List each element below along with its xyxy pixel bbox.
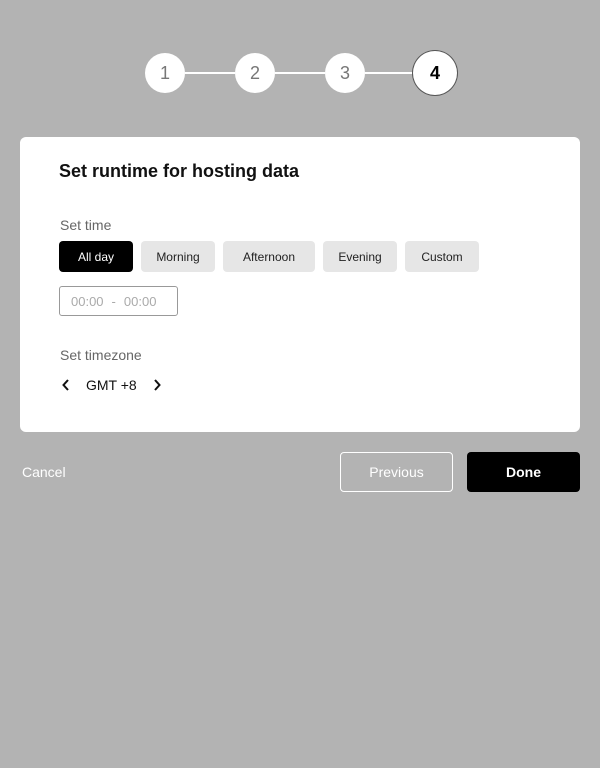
- start-time: 00:00: [71, 293, 104, 309]
- timezone-selector: GMT +8: [60, 375, 163, 395]
- step-1[interactable]: 1: [145, 53, 185, 93]
- end-time: 00:00: [123, 293, 157, 309]
- step-2[interactable]: 2: [235, 53, 275, 93]
- stepper: 1 2 3 4: [0, 0, 600, 120]
- set-time-label: Set time: [60, 217, 112, 233]
- runtime-card: Set runtime for hosting data Set time Al…: [20, 137, 580, 432]
- previous-button[interactable]: Previous: [340, 452, 453, 492]
- time-preset-group: All day Morning Afternoon Evening Custom: [59, 241, 479, 272]
- preset-custom[interactable]: Custom: [405, 241, 479, 272]
- preset-afternoon[interactable]: Afternoon: [223, 241, 315, 272]
- step-connector: [365, 72, 415, 74]
- chevron-left-icon[interactable]: [60, 375, 72, 395]
- step-connector: [185, 72, 235, 74]
- step-3[interactable]: 3: [325, 53, 365, 93]
- set-timezone-label: Set timezone: [60, 347, 142, 363]
- done-button[interactable]: Done: [467, 452, 580, 492]
- card-title: Set runtime for hosting data: [59, 161, 300, 181]
- cancel-button[interactable]: Cancel: [22, 464, 66, 480]
- preset-all-day[interactable]: All day: [59, 241, 133, 272]
- timezone-value: GMT +8: [86, 377, 137, 393]
- chevron-right-icon[interactable]: [151, 375, 163, 395]
- step-4[interactable]: 4: [415, 53, 455, 93]
- time-separator: -: [111, 293, 116, 309]
- preset-morning[interactable]: Morning: [141, 241, 215, 272]
- time-range-input[interactable]: 00:00 - 00:00: [59, 286, 178, 316]
- step-connector: [275, 72, 325, 74]
- preset-evening[interactable]: Evening: [323, 241, 397, 272]
